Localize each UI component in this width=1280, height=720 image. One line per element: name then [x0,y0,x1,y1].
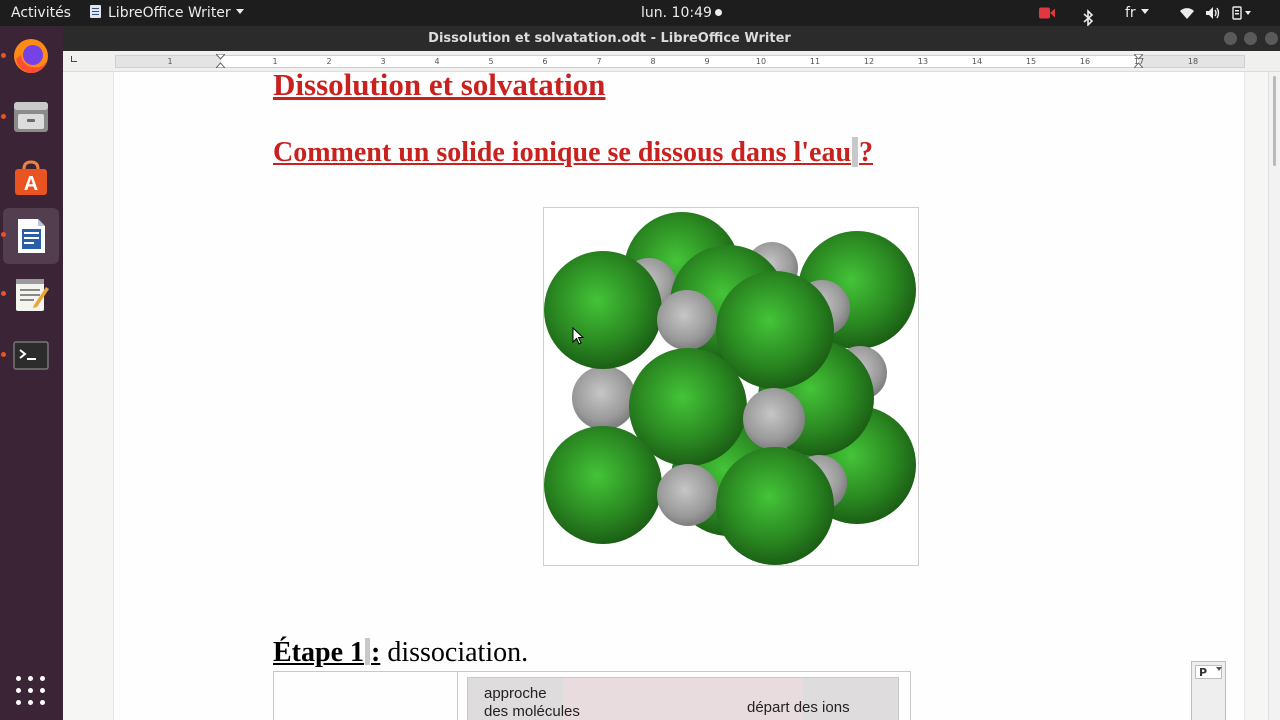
libreoffice-writer-icon [18,219,45,253]
ruler-number: 15 [1025,57,1037,66]
document-subtitle[interactable]: Comment un solide ionique se dissous dan… [273,136,873,170]
gnome-top-bar: Activités LibreOffice Writer lun. 10:49 … [0,0,1280,27]
mouse-pointer-icon [572,327,584,345]
close-button[interactable] [1265,32,1278,45]
dock-item-writer[interactable] [3,208,59,264]
dock-item-software[interactable]: A [3,150,59,206]
language-selector[interactable]: fr [1125,0,1149,26]
maximize-button[interactable] [1244,32,1257,45]
subtitle-question-mark: ? [859,137,874,168]
ruler-number: 7 [596,57,602,66]
paragraph-style-indicator[interactable]: P [1191,661,1226,720]
notification-dot-icon [714,9,722,16]
firefox-icon [14,39,48,73]
nacl-lattice-illustration [544,212,916,565]
ruler-number: 1 [272,57,278,66]
ruler-number: 12 [863,57,875,66]
svg-text:A: A [24,173,38,195]
software-center-icon: A [15,160,47,195]
text-cursor-highlight [365,638,370,665]
chevron-down-icon [1140,9,1149,14]
ruler-number: 9 [704,57,710,66]
dissociation-figure[interactable]: approche des molécules départ des ions [467,677,899,720]
ruler-number: 3 [380,57,386,66]
left-indent-handle[interactable] [216,54,225,68]
ruler-band[interactable]: 1 1 2 3 4 5 6 7 8 9 10 11 12 13 14 15 16… [115,55,1245,68]
ruler-number: 13 [917,57,929,66]
chevron-down-icon [235,9,244,14]
table-cell[interactable] [273,672,457,720]
files-icon [14,102,48,132]
figure-label-depart: départ des ions [747,699,850,716]
dock: A [0,26,63,720]
window-title: Dissolution et solvatation.odt - LibreOf… [428,31,791,46]
app-menu[interactable]: LibreOffice Writer [90,0,244,26]
step-text: dissociation. [380,637,529,668]
right-indent-handle[interactable] [1134,54,1143,68]
ruler-number: 5 [488,57,494,66]
dock-item-firefox[interactable] [3,28,59,84]
step-label: Étape 1 [273,637,364,668]
ruler-number: 10 [755,57,767,66]
minimize-button[interactable] [1224,32,1237,45]
horizontal-ruler[interactable]: 1 1 2 3 4 5 6 7 8 9 10 11 12 13 14 15 16… [63,51,1280,72]
volume-icon[interactable] [1205,0,1221,26]
ruler-number: 1 [167,57,173,66]
document-page[interactable]: Dissolution et solvatation Comment un so… [113,72,1245,720]
screen-recording-icon[interactable] [1039,0,1055,26]
document-title[interactable]: Dissolution et solvatation [273,72,605,103]
tab-stop-selector[interactable] [71,56,77,62]
clock-label: lun. 10:49 [641,5,712,21]
dock-item-files[interactable] [3,89,59,145]
system-menu-icon[interactable] [1232,0,1254,26]
show-applications-icon[interactable] [16,676,46,706]
scrollbar-thumb[interactable] [1273,76,1276,166]
activities-button[interactable]: Activités [11,0,71,26]
ruler-number: 18 [1187,57,1199,66]
window-titlebar[interactable]: Dissolution et solvatation.odt - LibreOf… [63,26,1280,51]
step-colon: : [371,637,381,668]
wifi-icon[interactable] [1179,0,1195,26]
sodium-chloride-crystal-image[interactable] [543,207,919,566]
dock-item-terminal[interactable] [3,327,59,383]
ruler-number: 4 [434,57,440,66]
ruler-number: 11 [809,57,821,66]
document-icon [90,5,101,18]
app-menu-label: LibreOffice Writer [108,5,231,21]
dock-item-text-editor[interactable] [3,266,59,322]
figure-label-approche: approche des molécules [484,685,580,720]
ruler-number: 2 [326,57,332,66]
clock[interactable]: lun. 10:49 [641,0,722,26]
ruler-number: 6 [542,57,548,66]
ruler-number: 16 [1079,57,1091,66]
chevron-down-icon [1216,667,1222,671]
step-table[interactable]: approche des molécules départ des ions [273,671,911,720]
ruler-number: 14 [971,57,983,66]
terminal-icon [13,341,49,370]
text-editor-icon [16,279,49,311]
step-heading[interactable]: Étape 1: dissociation. [273,636,528,670]
ruler-number: 8 [650,57,656,66]
language-label: fr [1125,5,1136,21]
document-area[interactable]: Dissolution et solvatation Comment un so… [63,72,1268,720]
vertical-scrollbar[interactable] [1268,72,1280,720]
text-cursor-highlight [852,137,859,167]
subtitle-text: Comment un solide ionique se dissous dan… [273,137,852,168]
